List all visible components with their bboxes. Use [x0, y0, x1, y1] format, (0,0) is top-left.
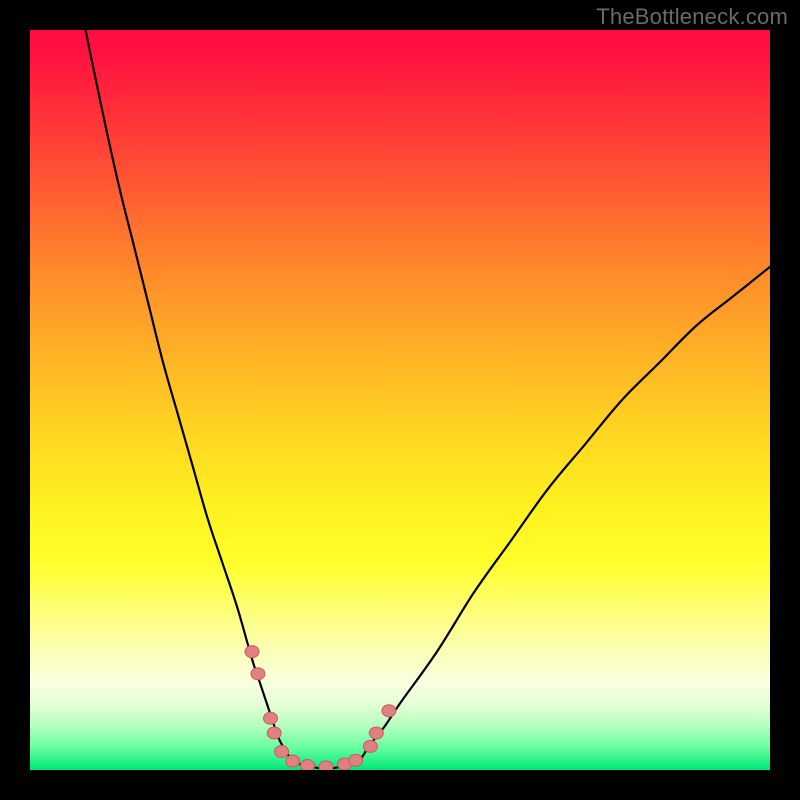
watermark-text: TheBottleneck.com [596, 4, 788, 30]
data-marker [349, 754, 363, 766]
data-marker [369, 727, 383, 739]
data-marker [264, 712, 278, 724]
data-marker [267, 727, 281, 739]
curve-right-branch [326, 267, 770, 769]
data-marker [319, 761, 333, 770]
data-marker [275, 746, 289, 758]
curve-layer [30, 30, 770, 770]
data-marker [245, 646, 259, 658]
chart-frame: TheBottleneck.com [0, 0, 800, 800]
data-marker [251, 668, 265, 680]
data-marker [382, 705, 396, 717]
data-marker [301, 760, 315, 770]
plot-area [30, 30, 770, 770]
data-marker [286, 755, 300, 767]
data-marker [363, 740, 377, 752]
curve-left-branch [86, 30, 327, 769]
